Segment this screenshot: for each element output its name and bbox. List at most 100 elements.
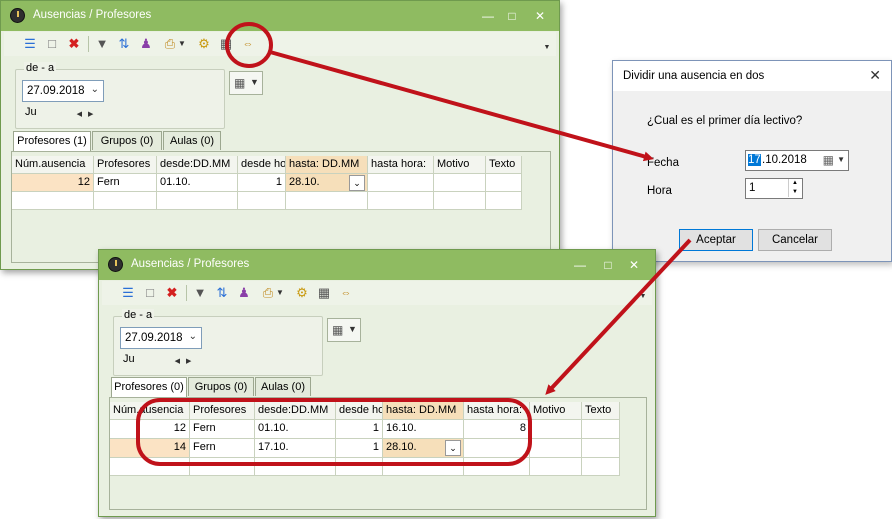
column-header[interactable]: desde ho (238, 156, 286, 174)
column-header[interactable]: Motivo (530, 402, 582, 420)
maximize-icon[interactable]: □ (503, 7, 521, 25)
new-record-icon[interactable]: □ (44, 36, 60, 52)
table-cell[interactable] (530, 439, 582, 458)
table-cell[interactable] (255, 458, 336, 476)
table-cell[interactable] (286, 192, 368, 210)
table-cell[interactable] (336, 458, 383, 476)
calendar-dropdown-button[interactable]: ▦ ▼ (229, 71, 263, 95)
calendar-icon[interactable]: ▦ (823, 153, 834, 167)
table-cell[interactable]: 12 (12, 174, 94, 192)
column-header[interactable]: Núm.ausencia (110, 402, 190, 420)
cancel-button[interactable]: Cancelar (758, 229, 832, 251)
column-header[interactable]: Núm.ausencia (12, 156, 94, 174)
column-header[interactable]: Texto (486, 156, 522, 174)
settings-gear-icon[interactable]: ⚙ (196, 36, 212, 52)
new-record-icon[interactable]: □ (142, 285, 158, 301)
column-header[interactable]: Profesores (190, 402, 255, 420)
column-header[interactable]: desde:DD.MM (157, 156, 238, 174)
table-cell[interactable] (157, 192, 238, 210)
table-cell-editing[interactable]: 28.10. ⌄ (383, 439, 464, 458)
table-cell[interactable]: 12 (110, 420, 190, 439)
print-icon[interactable]: ⎙ (162, 36, 178, 52)
table-cell[interactable]: 16.10. (383, 420, 464, 439)
calendar-icon[interactable]: ▦ (218, 36, 234, 52)
split-absence-icon[interactable]: ⇔ (338, 285, 354, 301)
list-view-icon[interactable]: ☰ (22, 36, 38, 52)
table-cell[interactable] (110, 458, 190, 476)
toolbar-overflow-icon[interactable]: ▼ (635, 289, 651, 305)
list-view-icon[interactable]: ☰ (120, 285, 136, 301)
close-icon[interactable]: ✕ (531, 7, 549, 25)
delete-icon[interactable]: ✖ (66, 36, 82, 52)
sort-icon[interactable]: ⇅ (214, 285, 230, 301)
table-cell[interactable] (383, 458, 464, 476)
table-cell-editing[interactable]: 28.10. ⌄ (286, 174, 368, 192)
close-icon[interactable]: ✕ (625, 256, 643, 274)
column-header[interactable]: desde ho (336, 402, 383, 420)
filter-icon[interactable]: ▼ (94, 36, 110, 52)
column-header[interactable]: Texto (582, 402, 620, 420)
table-cell[interactable] (434, 192, 486, 210)
settings-gear-icon[interactable]: ⚙ (294, 285, 310, 301)
table-cell[interactable] (530, 458, 582, 476)
column-header[interactable]: hasta: DD.MM (286, 156, 368, 174)
dialog-close-icon[interactable]: ✕ (869, 67, 881, 84)
tab-profesores[interactable]: Profesores (0) (111, 377, 187, 397)
hora-stepper[interactable]: 1 ▲ ▼ (745, 178, 803, 199)
tab-aulas[interactable]: Aulas (0) (255, 377, 311, 396)
dropdown-arrow-icon[interactable]: ▼ (276, 285, 284, 301)
table-cell[interactable] (12, 192, 94, 210)
column-header[interactable]: hasta hora: (368, 156, 434, 174)
table-cell[interactable] (434, 174, 486, 192)
table-cell[interactable] (368, 192, 434, 210)
table-cell[interactable]: 14 (110, 439, 190, 458)
sort-icon[interactable]: ⇅ (116, 36, 132, 52)
table-cell[interactable] (238, 192, 286, 210)
split-absence-icon[interactable]: ⇔ (240, 36, 256, 52)
table-cell[interactable]: 1 (336, 439, 383, 458)
spin-down-icon[interactable]: ▼ (788, 188, 801, 197)
column-header[interactable]: hasta hora: (464, 402, 530, 420)
chevron-down-icon[interactable]: ▼ (837, 155, 845, 164)
table-cell[interactable] (486, 174, 522, 192)
table-cell[interactable]: 17.10. (255, 439, 336, 458)
table-cell[interactable] (486, 192, 522, 210)
column-header[interactable]: Motivo (434, 156, 486, 174)
cell-dropdown-button[interactable]: ⌄ (349, 175, 365, 191)
prev-next-day-arrows[interactable]: ◀▶ (172, 355, 200, 369)
tab-grupos[interactable]: Grupos (0) (92, 131, 162, 150)
table-cell[interactable] (464, 458, 530, 476)
calendar-icon[interactable]: ▦ (316, 285, 332, 301)
print-icon[interactable]: ⎙ (260, 285, 276, 301)
date-picker[interactable]: 27.09.2018 ⌄ (22, 80, 104, 102)
table-cell[interactable] (530, 420, 582, 439)
table-cell[interactable]: 01.10. (157, 174, 238, 192)
table-cell[interactable]: 8 (464, 420, 530, 439)
calendar-dropdown-button[interactable]: ▦ ▼ (327, 318, 361, 342)
table-cell[interactable]: 1 (336, 420, 383, 439)
table-cell[interactable] (464, 439, 530, 458)
filter-icon[interactable]: ▼ (192, 285, 208, 301)
fecha-date-picker[interactable]: 17 .10.2018 ▦ ▼ (745, 150, 849, 171)
date-picker[interactable]: 27.09.2018 ⌄ (120, 327, 202, 349)
spin-up-icon[interactable]: ▲ (788, 179, 801, 188)
maximize-icon[interactable]: □ (599, 256, 617, 274)
accept-button[interactable]: Aceptar (679, 229, 753, 251)
table-cell[interactable]: Fern (190, 420, 255, 439)
delete-icon[interactable]: ✖ (164, 285, 180, 301)
tab-aulas[interactable]: Aulas (0) (163, 131, 221, 150)
table-cell[interactable] (582, 458, 620, 476)
toolbar-overflow-icon[interactable]: ▼ (539, 40, 555, 56)
minimize-icon[interactable]: — (479, 7, 497, 25)
table-cell[interactable] (190, 458, 255, 476)
table-cell[interactable] (582, 439, 620, 458)
tab-profesores[interactable]: Profesores (1) (13, 131, 91, 151)
column-header[interactable]: desde:DD.MM (255, 402, 336, 420)
table-cell[interactable]: Fern (94, 174, 157, 192)
teachers-icon[interactable]: ♟ (138, 36, 154, 52)
table-cell[interactable]: 1 (238, 174, 286, 192)
column-header[interactable]: hasta: DD.MM (383, 402, 464, 420)
dropdown-arrow-icon[interactable]: ▼ (178, 36, 186, 52)
cell-dropdown-button[interactable]: ⌄ (445, 440, 461, 456)
table-cell[interactable] (94, 192, 157, 210)
